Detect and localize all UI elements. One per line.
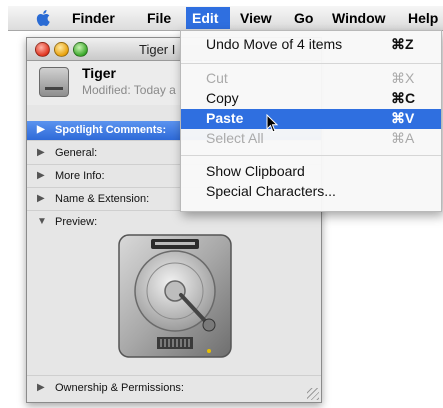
item-name: Tiger <box>82 65 116 81</box>
mouse-pointer-icon <box>266 114 279 133</box>
apple-icon[interactable] <box>36 9 52 27</box>
minimize-button[interactable] <box>54 42 69 57</box>
menu-window[interactable]: Window <box>332 10 386 26</box>
menu-item-label: Undo Move of 4 items <box>206 36 343 52</box>
menu-item-shortcut: ⌘Z <box>391 36 414 52</box>
menu-item-shortcut: ⌘V <box>391 110 415 126</box>
menu-item-shortcut: ⌘C <box>391 90 416 106</box>
section-label: Spotlight Comments: <box>55 124 167 136</box>
menu-file[interactable]: File <box>147 10 171 26</box>
section-label: More Info: <box>55 170 105 182</box>
window-title: Tiger I <box>139 42 176 57</box>
disclosure-triangle-icon[interactable]: ▶ <box>37 382 45 393</box>
section-label: General: <box>55 147 98 159</box>
disclosure-triangle-icon[interactable]: ▶ <box>37 147 45 158</box>
menu-item-label: Cut <box>206 70 228 86</box>
menu-finder[interactable]: Finder <box>72 10 115 26</box>
item-modified: Modified: Today a <box>82 83 176 97</box>
menu-separator <box>181 63 441 64</box>
menu-edit[interactable]: Edit <box>192 10 218 26</box>
close-button[interactable] <box>35 42 50 57</box>
disclosure-triangle-icon[interactable]: ▶ <box>37 124 45 135</box>
section-label: Ownership & Permissions: <box>55 382 184 394</box>
menu-item-label: Select All <box>206 130 264 146</box>
disclosure-triangle-icon[interactable]: ▶ <box>37 170 45 181</box>
section-preview[interactable]: ▼ Preview: <box>27 213 321 232</box>
section-label: Name & Extension: <box>55 193 150 205</box>
menu-item-shortcut: ⌘X <box>391 70 415 86</box>
menu-item-show-clipboard[interactable]: Show Clipboard <box>181 162 441 182</box>
menu-go[interactable]: Go <box>294 10 313 26</box>
disclosure-triangle-icon[interactable]: ▶ <box>37 193 45 204</box>
menu-item-label: Show Clipboard <box>206 163 305 179</box>
hard-disk-icon <box>39 67 69 97</box>
menu-separator <box>181 155 441 156</box>
menu-item-copy[interactable]: Copy ⌘C <box>181 89 441 109</box>
menu-item-cut: Cut ⌘X <box>181 69 441 89</box>
divider <box>27 375 321 376</box>
resize-grip[interactable] <box>307 388 319 400</box>
section-label: Preview: <box>55 216 98 228</box>
menu-item-paste[interactable]: Paste ⌘V <box>181 109 441 129</box>
menu-bar: Finder File Edit View Go Window Help <box>8 6 443 31</box>
menu-item-special-characters[interactable]: Special Characters... <box>181 182 441 202</box>
edit-menu: Undo Move of 4 items ⌘Z Cut ⌘X Copy ⌘C P… <box>180 30 442 212</box>
zoom-button[interactable] <box>73 42 88 57</box>
menu-item-select-all: Select All ⌘A <box>181 129 441 149</box>
section-ownership-permissions[interactable]: ▶ Ownership & Permissions: <box>27 379 321 398</box>
menu-item-shortcut: ⌘A <box>391 130 415 146</box>
disclosure-triangle-expanded-icon[interactable]: ▼ <box>37 216 47 227</box>
menu-item-undo[interactable]: Undo Move of 4 items ⌘Z <box>181 35 441 55</box>
menu-item-label: Special Characters... <box>206 183 336 199</box>
menu-item-label: Copy <box>206 90 239 106</box>
menu-item-label: Paste <box>206 110 244 126</box>
hard-disk-preview-image <box>118 234 232 358</box>
menu-help[interactable]: Help <box>408 10 438 26</box>
menu-view[interactable]: View <box>240 10 272 26</box>
